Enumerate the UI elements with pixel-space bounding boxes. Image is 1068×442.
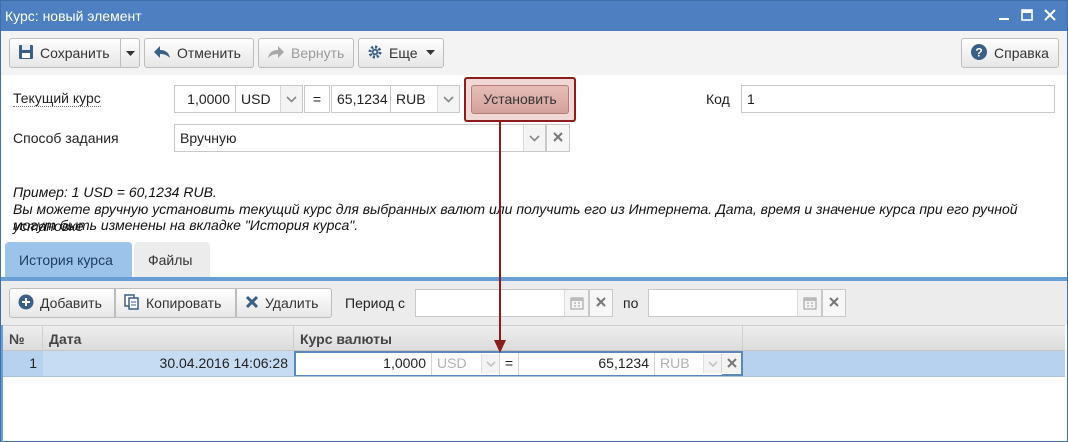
help-button[interactable]: ? Справка	[961, 38, 1059, 68]
period-from-label: Период с	[345, 295, 405, 311]
code-label: Код	[706, 91, 730, 107]
period-from-input[interactable]	[415, 289, 589, 317]
add-button[interactable]: Добавить	[9, 288, 115, 318]
more-button[interactable]: Еще	[358, 38, 444, 68]
tab-rate-history[interactable]: История курса	[5, 242, 132, 279]
minimize-icon[interactable]	[995, 7, 1013, 25]
undo-button[interactable]: Отменить	[144, 38, 254, 68]
clear-x-icon	[829, 297, 839, 307]
from-currency-select[interactable]: USD	[235, 85, 303, 113]
chevron-down-icon	[286, 96, 297, 103]
chevron-down-icon	[425, 50, 435, 55]
code-input[interactable]: 1	[741, 85, 1055, 113]
equals-sign: =	[304, 85, 330, 113]
close-icon[interactable]	[1041, 7, 1059, 25]
row-rate-clear-button[interactable]	[721, 354, 741, 373]
period-to-label: по	[623, 295, 639, 311]
copy-icon	[124, 293, 140, 313]
chevron-down-icon[interactable]	[703, 354, 721, 373]
redo-button[interactable]: Вернуть	[258, 38, 354, 68]
floppy-disk-icon	[18, 44, 34, 63]
clear-x-icon	[727, 358, 737, 368]
clear-x-icon	[596, 297, 606, 307]
redo-label: Вернуть	[291, 45, 345, 61]
row-rate-editor[interactable]: 1,0000 USD = 65,1234 RUB	[294, 351, 743, 376]
table-row[interactable]: 1 30.04.2016 14:06:28 1,0000 USD = 65,12…	[3, 351, 1065, 377]
grid-left-border	[1, 325, 3, 442]
help-label: Справка	[994, 45, 1049, 61]
delete-button[interactable]: Удалить	[236, 288, 332, 318]
more-label: Еще	[389, 45, 418, 61]
save-dropdown-button[interactable]	[121, 38, 140, 68]
row-equals-sign: =	[499, 353, 519, 375]
dialog-window: Курс: новый элемент Сохранить Отменить В…	[0, 0, 1068, 442]
copy-button[interactable]: Копировать	[115, 288, 236, 318]
redo-arrow-icon	[267, 45, 285, 62]
period-from-clear-button[interactable]	[589, 289, 613, 317]
chevron-down-icon	[126, 51, 135, 56]
window-title: Курс: новый элемент	[5, 8, 142, 24]
chevron-down-icon	[443, 96, 454, 103]
method-dropdown-button[interactable]	[523, 125, 545, 151]
undo-label: Отменить	[177, 45, 241, 61]
from-amount-input[interactable]: 1,0000	[174, 85, 236, 113]
add-label: Добавить	[40, 295, 102, 311]
current-rate-label: Текущий курс	[13, 90, 101, 107]
main-toolbar: Сохранить Отменить Вернуть Еще ? Справка	[1, 31, 1067, 75]
undo-arrow-icon	[153, 45, 171, 62]
save-button[interactable]: Сохранить	[9, 38, 121, 68]
from-currency-value: USD	[241, 91, 271, 107]
calendar-icon[interactable]	[797, 290, 821, 316]
chevron-down-icon	[529, 135, 540, 142]
calendar-icon[interactable]	[564, 290, 588, 316]
row-date[interactable]: 30.04.2016 14:06:28	[43, 351, 294, 376]
row-from-amount[interactable]: 1,0000	[296, 353, 431, 375]
period-to-input[interactable]	[648, 289, 822, 317]
to-currency-value: RUB	[396, 91, 426, 107]
delete-label: Удалить	[265, 295, 319, 311]
grid-header: № Дата Курс валюты	[3, 325, 1065, 351]
gear-icon	[367, 44, 383, 63]
method-value: Вручную	[180, 130, 237, 146]
row-number: 1	[29, 355, 37, 371]
set-button-highlight: Установить	[464, 77, 576, 122]
column-header-rate[interactable]: Курс валюты	[294, 326, 743, 351]
plus-circle-icon	[18, 294, 34, 313]
from-currency-dropdown-button[interactable]	[280, 86, 302, 112]
to-amount-input[interactable]: 65,1234	[331, 85, 391, 113]
to-currency-dropdown-button[interactable]	[437, 86, 459, 112]
save-label: Сохранить	[40, 45, 110, 61]
delete-x-icon	[245, 295, 259, 312]
hint-example: Пример: 1 USD = 60,1234 RUB.	[13, 184, 217, 200]
to-currency-select[interactable]: RUB	[390, 85, 460, 113]
hint-description-cont: могут быть изменены на вкладке "История …	[13, 217, 359, 233]
column-header-date[interactable]: Дата	[43, 326, 294, 351]
method-clear-button[interactable]	[546, 124, 570, 152]
maximize-icon[interactable]	[1018, 7, 1036, 25]
period-to-clear-button[interactable]	[822, 289, 846, 317]
row-to-amount[interactable]: 65,1234	[519, 353, 654, 375]
clear-x-icon	[553, 132, 563, 142]
method-select[interactable]: Вручную	[174, 124, 546, 152]
title-bar: Курс: новый элемент	[1, 1, 1067, 31]
tab-files[interactable]: Файлы	[134, 242, 210, 279]
set-button[interactable]: Установить	[471, 85, 569, 114]
svg-text:?: ?	[975, 45, 982, 59]
grid-toolbar: Добавить Копировать Удалить Период с по	[1, 281, 1067, 325]
method-label: Способ задания	[13, 130, 119, 146]
column-header-number[interactable]: №	[3, 326, 43, 351]
question-mark-icon: ?	[970, 43, 988, 64]
copy-label: Копировать	[146, 295, 222, 311]
chevron-down-icon[interactable]	[481, 354, 499, 373]
